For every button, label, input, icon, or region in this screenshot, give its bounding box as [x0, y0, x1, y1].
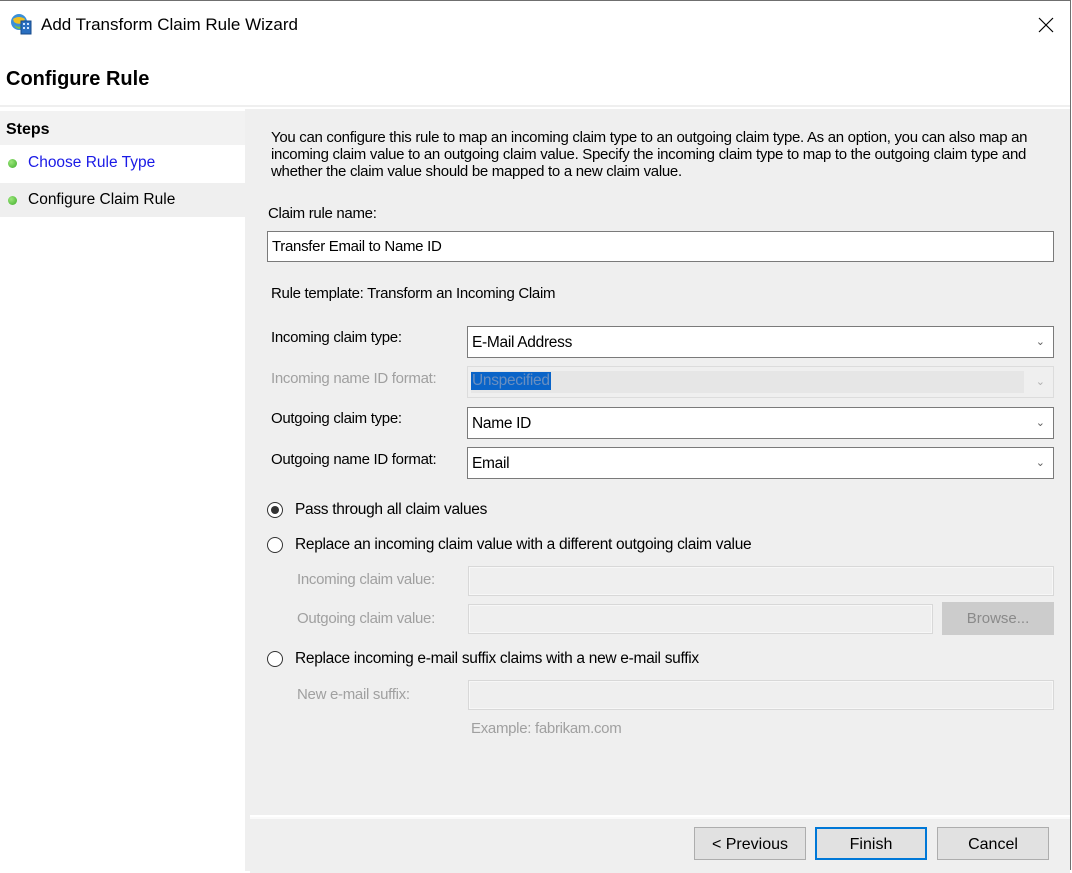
- close-button[interactable]: [1022, 1, 1070, 49]
- incoming-claim-type-label: Incoming claim type:: [271, 329, 402, 346]
- incoming-name-id-format-label: Incoming name ID format:: [271, 370, 437, 387]
- outgoing-name-id-format-value: Email: [472, 455, 510, 472]
- finish-button[interactable]: Finish: [815, 827, 927, 860]
- title-bar: Add Transform Claim Rule Wizard: [0, 1, 1070, 49]
- outgoing-claim-type-value: Name ID: [472, 415, 532, 432]
- step-label: Configure Claim Rule: [28, 191, 176, 208]
- chevron-down-icon: ⌄: [1035, 336, 1045, 348]
- button-bar: < Previous Finish Cancel: [250, 817, 1070, 873]
- window-title: Add Transform Claim Rule Wizard: [41, 15, 298, 34]
- example-hint: Example: fabrikam.com: [471, 720, 622, 737]
- incoming-claim-type-value: E-Mail Address: [472, 334, 573, 351]
- radio-button-checked[interactable]: [267, 502, 283, 518]
- chevron-down-icon: ⌄: [1035, 457, 1045, 469]
- incoming-name-id-format-value: Unspecified: [471, 372, 551, 390]
- description-text: You can configure this rule to map an in…: [271, 129, 1028, 180]
- incoming-claim-type-select[interactable]: E-Mail Address ⌄: [467, 326, 1054, 358]
- rule-template-text: Rule template: Transform an Incoming Cla…: [271, 285, 556, 302]
- step-configure-claim-rule: Configure Claim Rule: [0, 183, 245, 217]
- new-email-suffix-input: [468, 680, 1054, 710]
- new-email-suffix-label: New e-mail suffix:: [297, 686, 410, 703]
- step-choose-rule-type[interactable]: Choose Rule Type: [0, 146, 245, 180]
- radio-label: Replace incoming e-mail suffix claims wi…: [295, 650, 699, 667]
- incoming-claim-value-input: [468, 566, 1054, 596]
- radio-label: Pass through all claim values: [295, 501, 488, 518]
- cancel-button[interactable]: Cancel: [937, 827, 1049, 860]
- previous-button[interactable]: < Previous: [694, 827, 806, 860]
- outgoing-claim-value-label: Outgoing claim value:: [297, 610, 435, 627]
- header-divider: [0, 105, 1070, 107]
- main-panel: You can configure this rule to map an in…: [250, 109, 1070, 815]
- incoming-name-id-format-select: Unspecified ⌄: [467, 366, 1054, 398]
- claim-rule-name-input[interactable]: Transfer Email to Name ID: [267, 231, 1054, 262]
- step-status-dot-icon: [8, 196, 17, 205]
- chevron-down-icon: ⌄: [1035, 376, 1045, 388]
- step-status-dot-icon: [8, 159, 17, 168]
- claim-rule-name-label: Claim rule name:: [268, 205, 377, 222]
- outgoing-claim-value-input: [468, 604, 933, 634]
- combo-inner: [471, 371, 1024, 393]
- radio-button[interactable]: [267, 651, 283, 667]
- step-label: Choose Rule Type: [28, 154, 156, 171]
- steps-heading: Steps: [0, 111, 245, 145]
- steps-heading-label: Steps: [6, 121, 50, 138]
- close-icon: [1038, 17, 1054, 33]
- wizard-globe-server-icon: [11, 14, 32, 35]
- incoming-claim-value-label: Incoming claim value:: [297, 571, 435, 588]
- outgoing-claim-type-select[interactable]: Name ID ⌄: [467, 407, 1054, 439]
- radio-button[interactable]: [267, 537, 283, 553]
- outgoing-name-id-format-label: Outgoing name ID format:: [271, 451, 437, 468]
- page-title: Configure Rule: [6, 68, 150, 90]
- chevron-down-icon: ⌄: [1035, 417, 1045, 429]
- outgoing-claim-type-label: Outgoing claim type:: [271, 410, 402, 427]
- browse-button: Browse...: [942, 602, 1054, 635]
- outgoing-name-id-format-select[interactable]: Email ⌄: [467, 447, 1054, 479]
- wizard-window: Add Transform Claim Rule Wizard Configur…: [0, 0, 1071, 873]
- radio-label: Replace an incoming claim value with a d…: [295, 536, 752, 553]
- steps-pane: Steps Choose Rule Type Configure Claim R…: [0, 109, 250, 871]
